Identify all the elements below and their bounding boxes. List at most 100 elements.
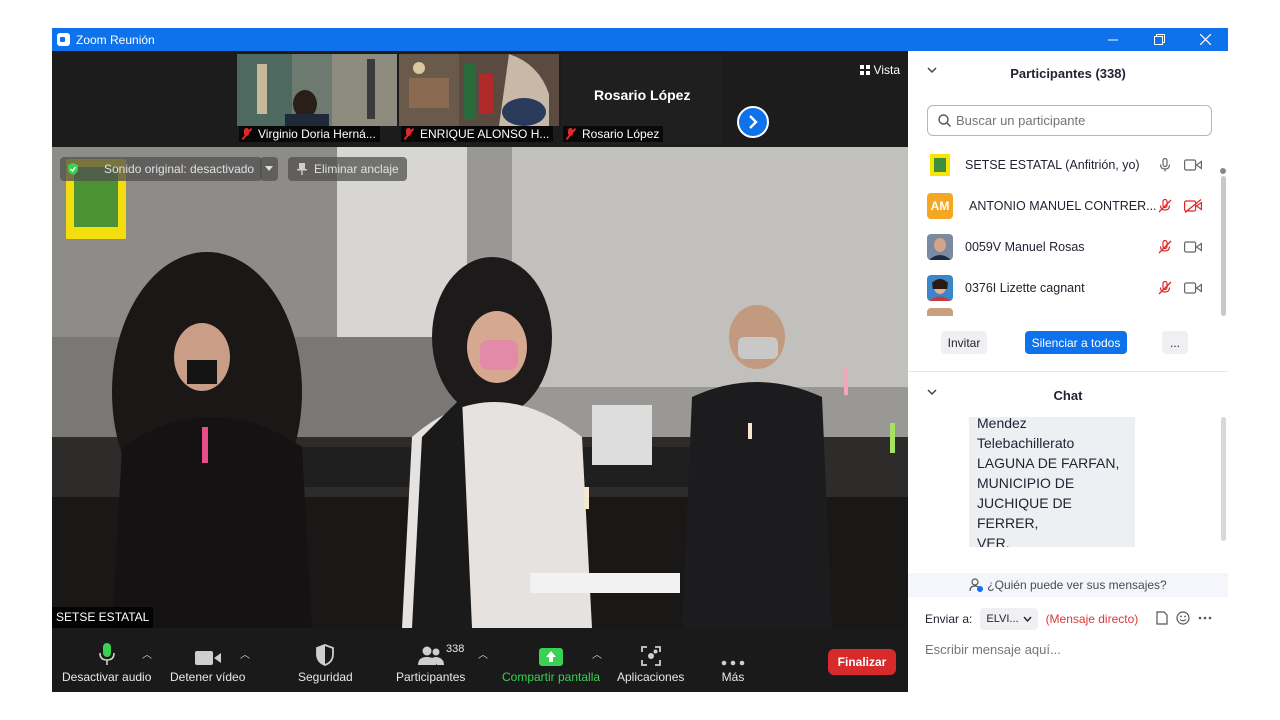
participant-search-input[interactable] (956, 113, 1196, 128)
security-button[interactable]: Seguridad (298, 640, 353, 684)
mic-muted-icon (403, 128, 415, 140)
shield-check-icon (68, 163, 78, 175)
close-button[interactable] (1182, 28, 1228, 51)
window-title: Zoom Reunión (76, 32, 155, 47)
send-to-select[interactable]: ELVI... (980, 608, 1038, 630)
mute-audio-button[interactable]: Desactivar audio (62, 640, 151, 684)
caret-down-icon (265, 166, 273, 171)
main-video[interactable]: Sonido original: desactivado Eliminar an… (52, 147, 908, 628)
end-meeting-button[interactable]: Finalizar (828, 649, 896, 675)
view-button[interactable]: Vista (859, 63, 900, 77)
participant-row[interactable]: SETSE ESTATAL (Anfitrión, yo) (908, 144, 1218, 185)
more-button[interactable]: Más (721, 640, 745, 684)
more-dots-icon (721, 660, 745, 666)
mic-muted-icon[interactable] (1158, 239, 1172, 254)
participant-name: SETSE ESTATAL (Anfitrión, yo) (965, 157, 1140, 172)
mic-on-icon[interactable] (1158, 157, 1172, 172)
close-icon (1199, 34, 1211, 45)
chat-header: Chat (908, 373, 1228, 417)
unpin-button[interactable]: Eliminar anclaje (288, 157, 407, 181)
avatar (927, 151, 953, 178)
chat-message-line: Telebachillerato (977, 435, 1075, 451)
restore-icon (1153, 34, 1165, 45)
share-options-caret[interactable]: ︿ (592, 646, 602, 661)
video-camera-icon (194, 651, 221, 665)
direct-message-label: (Mensaje directo) (1045, 612, 1139, 626)
participants-count-badge: 338 (446, 643, 465, 655)
participant-row[interactable]: 0376I Lizette cagnant (908, 267, 1218, 308)
panel-divider (908, 371, 1228, 372)
more-options-button[interactable]: ... (1162, 331, 1188, 354)
participants-list: SETSE ESTATAL (Anfitrión, yo) AM ANTONIO… (908, 144, 1228, 316)
participants-label: Participantes (396, 670, 466, 684)
video-thumbnail[interactable]: Virginio Doria Herná... (237, 54, 397, 144)
participant-row[interactable]: 0059V Manuel Rosas (908, 226, 1218, 267)
send-to-value: ELVI... (986, 613, 1019, 625)
apps-button[interactable]: Aplicaciones (617, 640, 684, 684)
person-lock-icon (969, 578, 984, 592)
more-dots-icon[interactable] (1198, 616, 1212, 620)
chat-messages: Mendez Telebachillerato LAGUNA DE FARFAN… (908, 417, 1228, 547)
chat-message-line: LAGUNA DE FARFAN, (977, 455, 1120, 471)
message-visibility-label: ¿Quién puede ver sus mensajes? (987, 578, 1167, 592)
send-to-label: Enviar a: (925, 612, 973, 626)
video-options-caret[interactable]: ︿ (240, 646, 250, 661)
active-speaker-name: Rosario López (594, 87, 691, 103)
chat-title: Chat (1053, 387, 1083, 403)
share-screen-button[interactable]: Compartir pantalla (502, 640, 600, 684)
camera-icon[interactable] (1184, 240, 1202, 254)
message-visibility-link[interactable]: ¿Quién puede ver sus mensajes? (908, 573, 1228, 597)
title-bar: Zoom Reunión (52, 28, 1228, 51)
mute-all-button[interactable]: Silenciar a todos (1025, 331, 1127, 354)
original-sound-toggle[interactable]: Sonido original: desactivado (60, 157, 263, 181)
avatar (927, 274, 953, 301)
chat-scrollbar[interactable] (1221, 417, 1226, 541)
camera-off-icon[interactable] (1184, 198, 1202, 213)
participant-actions: Invitar Silenciar a todos ... (908, 331, 1228, 361)
chat-tools (1156, 611, 1212, 625)
stop-video-label: Detener vídeo (170, 670, 246, 684)
participant-search[interactable] (927, 105, 1212, 136)
microphone-icon (98, 643, 115, 665)
audio-options-caret[interactable]: ︿ (142, 646, 152, 661)
file-icon[interactable] (1156, 611, 1168, 625)
camera-icon[interactable] (1184, 158, 1202, 172)
mic-muted-icon[interactable] (1158, 280, 1172, 295)
scroll-up-arrow[interactable] (1220, 168, 1226, 174)
thumbnail-name: Rosario López (582, 127, 660, 141)
participant-video (237, 54, 397, 126)
chat-message-input[interactable] (925, 637, 1215, 661)
participants-title: Participantes (338) (1010, 65, 1126, 81)
sound-options-dropdown[interactable] (260, 157, 278, 181)
chevron-down-icon[interactable] (926, 386, 938, 398)
search-icon (938, 114, 951, 127)
camera-icon[interactable] (1184, 281, 1202, 295)
chevron-right-icon (749, 115, 758, 129)
chevron-down-icon (1023, 616, 1032, 622)
chevron-down-icon[interactable] (926, 64, 938, 76)
restore-button[interactable] (1136, 28, 1182, 51)
participant-name: ANTONIO MANUEL CONTRER... (969, 198, 1157, 213)
invite-button[interactable]: Invitar (941, 331, 987, 354)
participant-video (399, 54, 559, 126)
mic-muted-icon[interactable] (1158, 198, 1172, 213)
avatar (927, 308, 953, 316)
unpin-label: Eliminar anclaje (314, 162, 399, 176)
stop-video-button[interactable]: Detener vídeo (170, 640, 245, 684)
minimize-button[interactable] (1090, 28, 1136, 51)
thumbnail-label: ENRIQUE ALONSO H... (401, 126, 554, 142)
video-thumbnail[interactable]: ENRIQUE ALONSO H... (399, 54, 559, 144)
participants-options-caret[interactable]: ︿ (478, 646, 488, 661)
zoom-window: Zoom Reunión Virginio Doria Herná... ENR… (52, 28, 1228, 692)
grid-icon (859, 65, 870, 75)
participants-scrollbar[interactable] (1221, 176, 1226, 316)
zoom-logo-icon (57, 33, 70, 46)
participant-name: 0059V Manuel Rosas (965, 239, 1085, 254)
apps-icon (640, 646, 661, 666)
participants-header: Participantes (338) (908, 51, 1228, 95)
thumbnail-label: Virginio Doria Herná... (239, 126, 380, 142)
emoji-icon[interactable] (1176, 611, 1190, 625)
participant-row[interactable]: AM ANTONIO MANUEL CONTRER... (908, 185, 1218, 226)
mute-audio-label: Desactivar audio (62, 670, 152, 684)
next-page-button[interactable] (737, 106, 769, 138)
